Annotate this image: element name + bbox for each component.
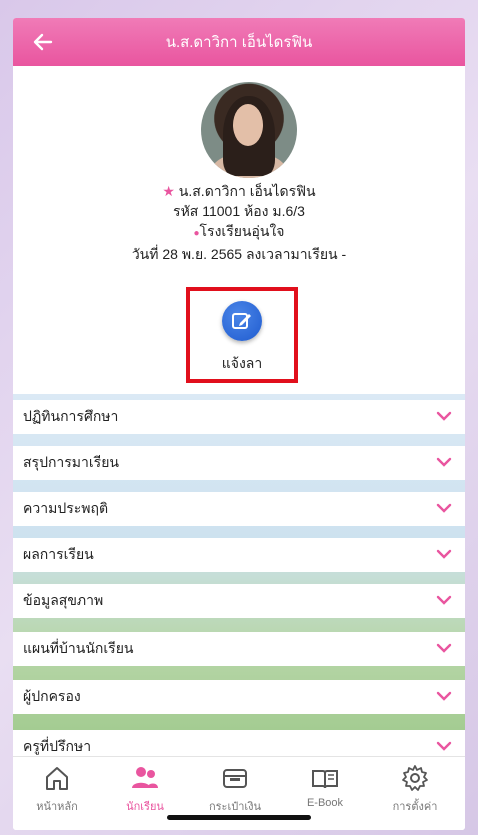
accordion-item-attendance[interactable]: สรุปการมาเรียน [13,446,465,480]
gear-icon [402,765,428,791]
chevron-down-icon [436,741,452,751]
accordion-item-calendar[interactable]: ปฏิทินการศึกษา [13,400,465,434]
back-arrow-icon [33,33,53,51]
nav-wallet[interactable]: กระเป๋าเงิน [195,763,275,815]
accordion-item-home-map[interactable]: แผนที่บ้านนักเรียน [13,632,465,666]
chevron-down-icon [436,503,452,513]
home-indicator [167,815,311,820]
app-header: น.ส.ดาวิกา เอ็นไดรฟิน [13,18,465,66]
chevron-down-icon [436,595,452,605]
student-avatar [201,82,297,178]
student-name: น.ส.ดาวิกา เอ็นไดรฟิน [178,183,316,199]
info-accordion: ปฏิทินการศึกษา สรุปการมาเรียน ความประพฤต… [13,394,465,756]
edit-icon [232,313,251,329]
student-id-line: รหัส 11001 ห้อง ม.6/3 [173,203,305,219]
students-icon [132,767,158,788]
home-icon [46,767,68,790]
accordion-item-guardian[interactable]: ผู้ปกครอง [13,680,465,714]
leave-highlight-box: แจ้งลา [186,287,298,383]
page-title: น.ส.ดาวิกา เอ็นไดรฟิน [165,34,313,51]
star-icon: ★ [162,183,175,199]
nav-ebook[interactable]: E-Book [285,763,365,815]
chevron-down-icon [436,691,452,701]
leave-request-button[interactable] [222,301,262,341]
app-screen: น.ส.ดาวิกา เอ็นไดรฟิน ★ น.ส.ดาวิกา เอ็นไ… [13,18,465,830]
school-line: ●โรงเรียนอุ่นใจ [13,221,465,244]
accordion-item-behavior[interactable]: ความประพฤติ [13,492,465,526]
chevron-down-icon [436,411,452,421]
accordion-item-grades[interactable]: ผลการเรียน [13,538,465,572]
nav-home[interactable]: หน้าหลัก [17,763,97,815]
bottom-nav: หน้าหลัก นักเรียน กระเป๋าเงิน E-Book การ… [13,756,465,830]
leave-request-label: แจ้งลา [221,355,263,371]
chevron-down-icon [436,549,452,559]
book-icon [312,770,338,789]
school-name: โรงเรียนอุ่นใจ [199,223,285,239]
accordion-item-health[interactable]: ข้อมูลสุขภาพ [13,584,465,618]
nav-students[interactable]: นักเรียน [105,763,185,815]
nav-settings[interactable]: การตั้งค่า [375,763,455,815]
chevron-down-icon [436,457,452,467]
attendance-date-line: วันที่ 28 พ.ย. 2565 ลงเวลามาเรียน - [131,246,347,262]
back-button[interactable] [29,28,57,56]
student-profile: ★ น.ส.ดาวิกา เอ็นไดรฟิน รหัส 11001 ห้อง … [13,181,465,264]
student-name-line: ★ น.ส.ดาวิกา เอ็นไดรฟิน [13,181,465,201]
chevron-down-icon [436,643,452,653]
accordion-item-advisor[interactable]: ครูที่ปรึกษา [13,730,465,756]
wallet-icon [223,769,247,788]
